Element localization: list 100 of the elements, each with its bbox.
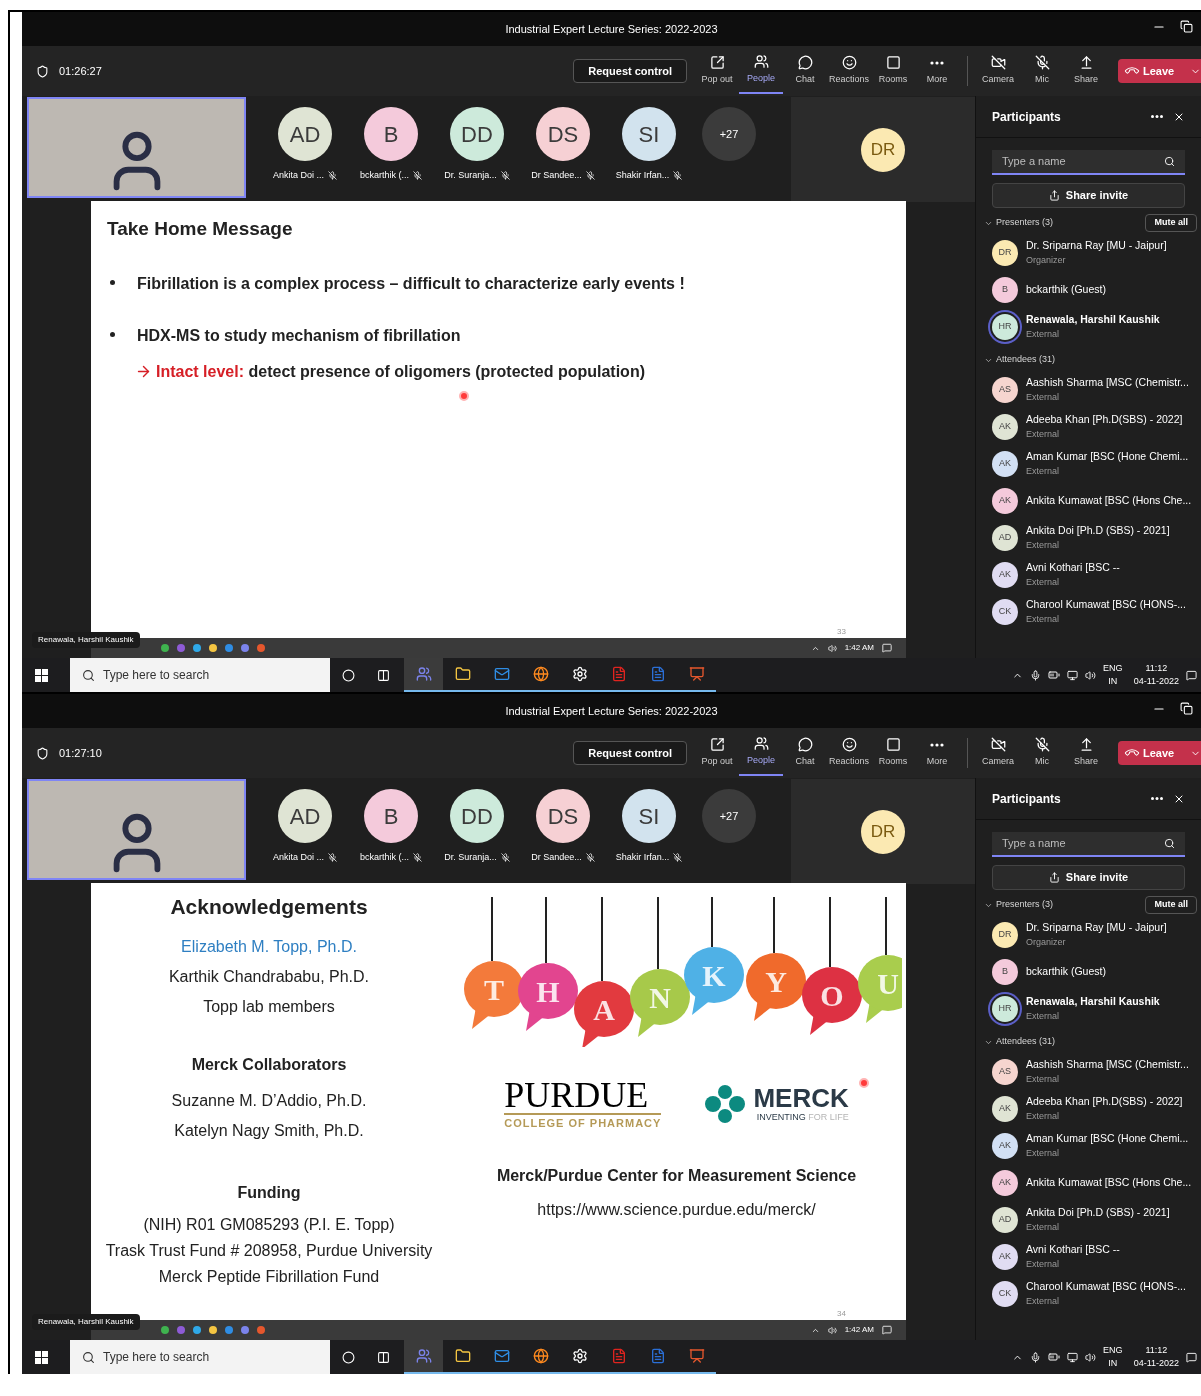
search-field[interactable]: Type a name: [992, 832, 1185, 857]
more-icon[interactable]: [1151, 115, 1163, 118]
device-button[interactable]: Mic: [1020, 48, 1064, 94]
windows-logo-icon[interactable]: [35, 1350, 48, 1364]
participant-row[interactable]: AD Ankita Doi [Ph.D (SBS) - 2021] External: [976, 1201, 1201, 1238]
region-indicator[interactable]: IN: [1108, 1357, 1118, 1370]
toolbar-button[interactable]: Chat: [783, 730, 827, 776]
participant-row[interactable]: AK Aman Kumar [BSC (Hone Chemi... External: [976, 445, 1201, 482]
restore-icon[interactable]: [1180, 702, 1193, 715]
participant-row[interactable]: AK Avni Kothari [BSC -- External: [976, 1238, 1201, 1275]
toolbar-button[interactable]: Reactions: [827, 730, 871, 776]
toolbar-button[interactable]: Reactions: [827, 48, 871, 94]
clock-date[interactable]: 04-11-2022: [1133, 1357, 1179, 1370]
mute-all-button[interactable]: Mute all: [1145, 896, 1197, 914]
participant-role: Organizer: [1026, 253, 1067, 267]
toolbar-button[interactable]: People: [739, 730, 783, 776]
participant-row[interactable]: HR Renawala, Harshil Kaushik External: [976, 308, 1201, 345]
toolbar-button[interactable]: Pop out: [695, 730, 739, 776]
notification-icon: [882, 643, 892, 653]
battery-icon[interactable]: [1048, 669, 1061, 681]
participant-row[interactable]: CK Charool Kumawat [BSC (HONS-... External: [976, 593, 1201, 630]
toolbar-button[interactable]: Pop out: [695, 48, 739, 94]
toolbar-button[interactable]: Rooms: [871, 730, 915, 776]
toolbar-button[interactable]: People: [739, 48, 783, 94]
section-line: Suzanne M. D’Addio, Ph.D.: [171, 1090, 367, 1111]
participant-row[interactable]: CK Charool Kumawat [BSC (HONS-... External: [976, 1275, 1201, 1312]
toolbar-button[interactable]: More: [915, 730, 959, 776]
language-indicator[interactable]: ENG: [1103, 662, 1123, 675]
clock-time[interactable]: 11:12: [1145, 662, 1168, 675]
participant-row[interactable]: AK Adeeba Khan [Ph.D(SBS) - 2022] External: [976, 1090, 1201, 1127]
toolbar-button[interactable]: Rooms: [871, 48, 915, 94]
notification-icon[interactable]: [1186, 1351, 1197, 1363]
participant-row[interactable]: DR Dr. Sriparna Ray [MU - Jaipur] Organizer: [976, 916, 1201, 953]
participant-row[interactable]: AD Ankita Doi [Ph.D (SBS) - 2021] External: [976, 519, 1201, 556]
participant-name: Shakir Irfan...: [615, 851, 670, 864]
task-view-icon[interactable]: [377, 1350, 390, 1364]
toolbar-button[interactable]: More: [915, 48, 959, 94]
microphone-icon[interactable]: [1030, 669, 1042, 681]
clock-date[interactable]: 04-11-2022: [1133, 675, 1179, 688]
acknowledged-person: Topp lab members: [203, 996, 335, 1017]
participant-name: bckarthik (Guest): [1026, 281, 1106, 297]
share-invite-button[interactable]: Share invite: [992, 865, 1185, 890]
circle-icon[interactable]: [342, 1350, 355, 1364]
request-control-button[interactable]: Request control: [573, 59, 687, 83]
participant-row[interactable]: AK Aman Kumar [BSC (Hone Chemi... External: [976, 1127, 1201, 1164]
taskbar-search-field[interactable]: Type here to search: [70, 658, 330, 692]
volume-icon[interactable]: [1085, 669, 1097, 681]
leave-button[interactable]: Leave: [1118, 741, 1201, 765]
participant-row[interactable]: AS Aashish Sharma [MSC (Chemistr... External: [976, 1053, 1201, 1090]
leave-button[interactable]: Leave: [1118, 59, 1201, 83]
section-heading: Merck Collaborators: [191, 1054, 347, 1075]
device-button[interactable]: Camera: [976, 730, 1020, 776]
volume-icon[interactable]: [1085, 1351, 1097, 1363]
circle-icon[interactable]: [342, 668, 355, 682]
participant-row[interactable]: HR Renawala, Harshil Kaushik External: [976, 990, 1201, 1027]
request-control-button[interactable]: Request control: [573, 741, 687, 765]
mute-all-button[interactable]: Mute all: [1145, 214, 1197, 232]
device-button[interactable]: Camera: [976, 48, 1020, 94]
participant-name: Ankita Doi [Ph.D (SBS) - 2021]: [1026, 1204, 1170, 1220]
participant-row[interactable]: AS Aashish Sharma [MSC (Chemistr... External: [976, 371, 1201, 408]
overflow-count[interactable]: +27: [702, 107, 756, 161]
participant-row[interactable]: AK Ankita Kumawat [BSC (Hons Che...: [976, 1164, 1201, 1201]
taskbar-app-button[interactable]: [404, 658, 443, 692]
notification-icon[interactable]: [1186, 669, 1197, 681]
restore-icon[interactable]: [1180, 20, 1193, 33]
participant-name: Dr. Suranja...: [444, 851, 497, 864]
chat-icon: [797, 737, 813, 753]
microphone-icon[interactable]: [1030, 1351, 1042, 1363]
arrow-right-icon: [135, 363, 152, 380]
hanging-string: [544, 897, 547, 964]
region-indicator[interactable]: IN: [1108, 675, 1118, 688]
network-icon[interactable]: [1067, 669, 1079, 681]
section-line: Trask Trust Fund # 208958, Purdue University: [105, 1240, 433, 1261]
participant-row[interactable]: AK Adeeba Khan [Ph.D(SBS) - 2022] External: [976, 408, 1201, 445]
network-icon[interactable]: [1067, 1351, 1079, 1363]
participant-role: External: [1026, 1220, 1061, 1234]
participant-row[interactable]: AK Ankita Kumawat [BSC (Hons Che...: [976, 482, 1201, 519]
clock-time[interactable]: 11:12: [1145, 1344, 1168, 1357]
mic-off-icon: [673, 853, 683, 863]
taskbar-app-button[interactable]: [404, 1340, 443, 1374]
task-view-icon[interactable]: [377, 668, 390, 682]
search-field[interactable]: Type a name: [992, 150, 1185, 175]
toolbar-button[interactable]: Chat: [783, 48, 827, 94]
overflow-count[interactable]: +27: [702, 789, 756, 843]
smiley-icon: [841, 737, 857, 753]
device-button[interactable]: Share: [1064, 48, 1108, 94]
camera-off-icon: [990, 55, 1006, 71]
participant-row[interactable]: B bckarthik (Guest): [976, 271, 1201, 308]
share-invite-button[interactable]: Share invite: [992, 183, 1185, 208]
device-button[interactable]: Share: [1064, 730, 1108, 776]
more-icon[interactable]: [1151, 797, 1163, 800]
battery-icon[interactable]: [1048, 1351, 1061, 1363]
taskbar-search-field[interactable]: Type here to search: [70, 1340, 330, 1374]
participant-row[interactable]: B bckarthik (Guest): [976, 953, 1201, 990]
windows-logo-icon[interactable]: [35, 668, 48, 682]
settings-icon: [571, 1348, 588, 1364]
participant-row[interactable]: DR Dr. Sriparna Ray [MU - Jaipur] Organizer: [976, 234, 1201, 271]
participant-row[interactable]: AK Avni Kothari [BSC -- External: [976, 556, 1201, 593]
language-indicator[interactable]: ENG: [1103, 1344, 1123, 1357]
device-button[interactable]: Mic: [1020, 730, 1064, 776]
